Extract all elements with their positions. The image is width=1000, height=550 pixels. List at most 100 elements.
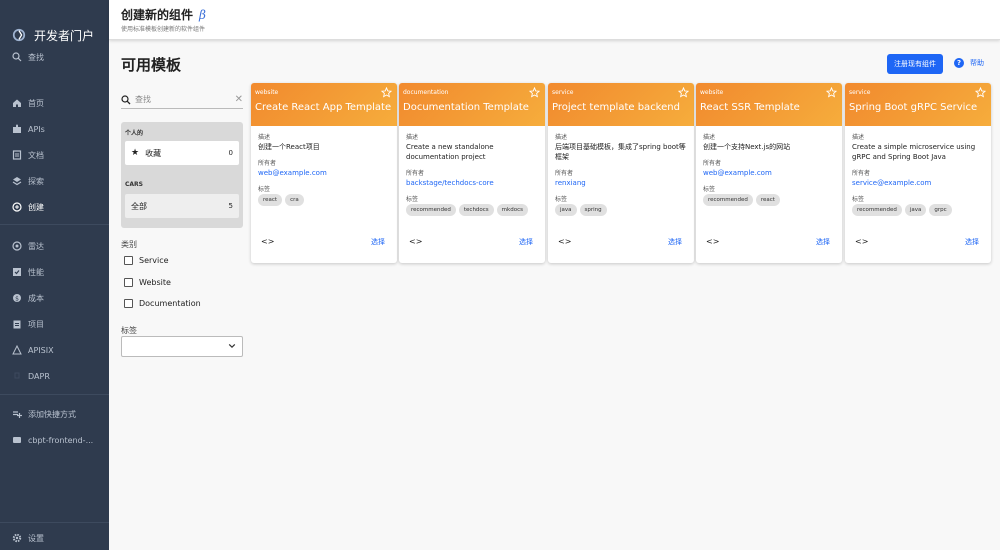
choose-button[interactable]: 选择 (371, 237, 385, 247)
card-owner-link[interactable]: renxiang (555, 178, 687, 188)
star-outline-icon[interactable] (678, 87, 689, 98)
sidebar-item-projects[interactable]: 项目 (0, 314, 109, 334)
sidebar-item-home[interactable]: 首页 (0, 93, 109, 113)
owner-label: 所有者 (555, 170, 574, 177)
money-icon: $ (12, 293, 22, 303)
sidebar-divider (0, 522, 109, 523)
card-body: 描述 Create a new standalone documentation… (399, 126, 545, 216)
card-owner-link[interactable]: web@example.com (703, 168, 835, 178)
sidebar-item-add-shortcut[interactable]: 添加快捷方式 (0, 404, 109, 424)
search-input[interactable]: 查找 ✕ (121, 91, 243, 109)
sidebar-item-cost[interactable]: $ 成本 (0, 288, 109, 308)
all-filter[interactable]: 全部 5 (125, 194, 239, 218)
sidebar-item-explore[interactable]: 探索 (0, 171, 109, 191)
category-checkbox-service[interactable]: Service (124, 256, 169, 265)
card-footer: <> 选择 (399, 227, 545, 263)
card-body: 描述 Create a simple microservice using gR… (845, 126, 991, 216)
tag-list: react cra (258, 194, 390, 206)
cars-group-label: CARS (125, 181, 143, 188)
card-title: Create React App Template (255, 102, 392, 113)
code-icon[interactable]: <> (855, 237, 868, 246)
card-footer: <> 选择 (548, 227, 694, 263)
code-icon[interactable]: <> (706, 237, 719, 246)
description-label: 描述 (852, 134, 865, 141)
sidebar-item-performance[interactable]: 性能 (0, 262, 109, 282)
tag-list: recommended react (703, 194, 835, 206)
code-icon[interactable]: <> (558, 237, 571, 246)
owner-filter-panel: 个人的 ★ 收藏 0 CARS 全部 5 (121, 122, 243, 228)
tags-label: 标签 (555, 196, 568, 203)
card-owner-link[interactable]: backstage/techdocs-core (406, 178, 538, 188)
card-footer: <> 选择 (845, 227, 991, 263)
template-card: service Project template backend 描述 后端项目… (548, 83, 694, 263)
card-description: 创建一个支持Next.js的网站 (703, 143, 791, 151)
owner-label: 所有者 (703, 160, 722, 167)
category-checkbox-website[interactable]: Website (124, 278, 171, 287)
card-type: documentation (403, 89, 449, 96)
checkbox[interactable] (124, 256, 133, 265)
page-title: 可用模板 (121, 56, 182, 74)
star-outline-icon[interactable] (975, 87, 986, 98)
card-footer: <> 选择 (251, 227, 397, 263)
sidebar-item-settings[interactable]: 设置 (0, 528, 109, 548)
star-outline-icon[interactable] (529, 87, 540, 98)
template-card: service Spring Boot gRPC Service 描述 Crea… (845, 83, 991, 263)
gear-icon (12, 533, 22, 543)
apisix-icon (12, 345, 22, 355)
sidebar-search[interactable]: 查找 (0, 47, 109, 67)
sidebar-item-shortcut[interactable]: cbpt-frontend-... (0, 430, 109, 450)
sidebar-item-apisix[interactable]: APISIX (0, 340, 109, 360)
card-owner-link[interactable]: web@example.com (258, 168, 390, 178)
sidebar-item-apis[interactable]: APIs (0, 119, 109, 139)
layers-icon (12, 176, 22, 186)
card-footer: <> 选择 (696, 227, 842, 263)
help-icon: ? (954, 58, 964, 68)
search-icon (12, 52, 22, 62)
chevron-down-icon (228, 343, 236, 349)
home-icon (12, 98, 22, 108)
sidebar-item-create[interactable]: 创建 (0, 197, 109, 217)
card-header: service Project template backend (548, 83, 694, 126)
template-card: documentation Documentation Template 描述 … (399, 83, 545, 263)
personal-group-label: 个人的 (125, 130, 144, 137)
star-outline-icon[interactable] (381, 87, 392, 98)
owner-label: 所有者 (852, 170, 871, 177)
tag-chip: java (555, 204, 577, 216)
choose-button[interactable]: 选择 (816, 237, 830, 247)
register-component-button[interactable]: 注册现有组件 (887, 54, 943, 74)
help-button[interactable]: ? 帮助 (954, 58, 984, 68)
code-icon[interactable]: <> (261, 237, 274, 246)
description-label: 描述 (555, 134, 568, 141)
playlist-add-icon (12, 409, 22, 419)
sidebar-item-radar[interactable]: 雷达 (0, 236, 109, 256)
sidebar-item-docs[interactable]: 文档 (0, 145, 109, 165)
card-title: Project template backend (552, 102, 680, 113)
beta-badge: β (199, 8, 206, 22)
tags-select[interactable] (121, 336, 243, 357)
card-header: service Spring Boot gRPC Service (845, 83, 991, 126)
code-icon[interactable]: <> (409, 237, 422, 246)
card-owner-link[interactable]: service@example.com (852, 178, 984, 188)
brand[interactable]: 开发者门户 (0, 0, 109, 52)
clear-icon[interactable]: ✕ (235, 94, 243, 105)
choose-button[interactable]: 选择 (519, 237, 533, 247)
star-outline-icon[interactable] (826, 87, 837, 98)
category-checkbox-documentation[interactable]: Documentation (124, 299, 201, 308)
card-header: documentation Documentation Template (399, 83, 545, 126)
checkbox[interactable] (124, 299, 133, 308)
checkbox[interactable] (124, 278, 133, 287)
tag-chip: java (904, 204, 927, 216)
template-card: website React SSR Template 描述 创建一个支持Next… (696, 83, 842, 263)
tag-list: java spring (555, 204, 687, 216)
header-title: 创建新的组件 β (121, 8, 206, 22)
sidebar-item-dapr[interactable]: DAPR (0, 366, 109, 386)
choose-button[interactable]: 选择 (965, 237, 979, 247)
choose-button[interactable]: 选择 (668, 237, 682, 247)
tag-chip: recommended (703, 194, 753, 206)
card-header: website Create React App Template (251, 83, 397, 126)
page-header: 创建新的组件 β 使用标准模板创建新的软件组件 (109, 0, 1000, 40)
owner-label: 所有者 (406, 170, 425, 177)
card-description: Create a new standalone documentation pr… (406, 143, 494, 161)
tag-chip: techdocs (458, 204, 494, 216)
favorites-filter[interactable]: ★ 收藏 0 (125, 141, 239, 165)
